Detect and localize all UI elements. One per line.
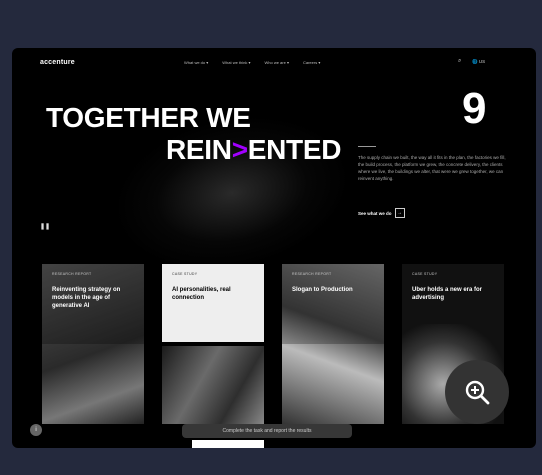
hero-title-accent: > — [231, 134, 248, 165]
info-icon[interactable]: i — [30, 424, 42, 436]
logo[interactable]: accenture — [40, 59, 75, 66]
language-label: US — [478, 59, 486, 64]
hero-title-line2: REIN>ENTED — [166, 134, 341, 166]
card-header: RESEARCH REPORT Reinventing strategy on … — [42, 264, 144, 344]
menu-item-who-we-are[interactable]: Who we are — [265, 60, 289, 65]
hero-title-part2: ENTED — [247, 134, 342, 165]
card-kicker: CASE STUDY — [412, 272, 438, 276]
card-header: CASE STUDY AI personalities, real connec… — [162, 264, 264, 342]
card-case-study-1[interactable]: CASE STUDY AI personalities, real connec… — [162, 264, 264, 424]
card-image — [162, 346, 264, 424]
card-header: RESEARCH REPORT Slogan to Production — [282, 264, 384, 344]
divider — [358, 146, 376, 147]
hero-title-part1: REIN — [166, 134, 232, 165]
card-title: AI personalities, real connection — [172, 287, 231, 301]
arrow-right-icon: → — [394, 208, 405, 218]
language-selector[interactable]: 🌐 US — [472, 59, 485, 65]
hero-description: The supply chain we built, the way all i… — [358, 155, 506, 181]
card-research-report-2[interactable]: RESEARCH REPORT Slogan to Production — [282, 264, 384, 424]
browser-frame: accenture What we do What we think Who w… — [12, 48, 536, 448]
status-toast: Complete the task and report the results — [182, 424, 352, 438]
zoom-in-icon — [465, 380, 490, 405]
hero-number: 9 — [462, 84, 487, 133]
card-kicker: RESEARCH REPORT — [52, 272, 92, 276]
menu-item-what-we-think[interactable]: What we think — [222, 60, 250, 65]
zoom-in-button[interactable] — [445, 360, 509, 424]
see-what-we-do-link[interactable]: See what we do → — [358, 208, 405, 218]
main-menu: What we do What we think Who we are Care… — [184, 60, 320, 65]
card-kicker: RESEARCH REPORT — [292, 272, 332, 276]
top-nav: accenture What we do What we think Who w… — [12, 48, 536, 78]
scroll-indicator — [192, 440, 264, 448]
search-icon[interactable]: ⌕ — [458, 58, 461, 65]
pause-icon[interactable]: ❚❚ — [40, 223, 50, 230]
card-title: Slogan to Production — [292, 287, 353, 293]
card-title: Uber holds a new era for advertising — [412, 287, 483, 301]
hero-title-line1: TOGETHER WE — [46, 102, 251, 133]
card-title: Reinventing strategy on models in the ag… — [52, 287, 121, 309]
cta-label: See what we do — [358, 210, 392, 216]
menu-item-what-we-do[interactable]: What we do — [184, 60, 208, 65]
menu-item-careers[interactable]: Careers — [303, 60, 320, 65]
card-research-report-1[interactable]: RESEARCH REPORT Reinventing strategy on … — [42, 264, 144, 424]
card-header: CASE STUDY Uber holds a new era for adve… — [402, 264, 504, 344]
card-kicker: CASE STUDY — [172, 272, 198, 276]
